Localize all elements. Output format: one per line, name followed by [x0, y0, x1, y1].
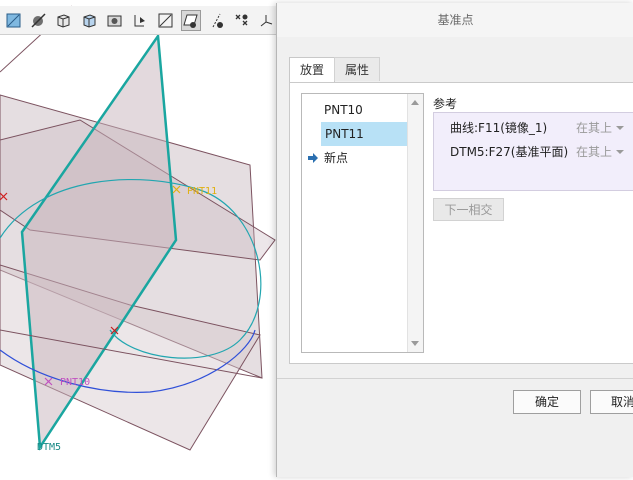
- spin-center-icon[interactable]: [130, 10, 150, 31]
- next-intersection-button[interactable]: 下一相交: [433, 198, 504, 221]
- scroll-down-icon[interactable]: [411, 341, 419, 346]
- graphics-toolbar: [0, 6, 282, 35]
- scroll-up-icon[interactable]: [411, 100, 419, 105]
- chevron-down-icon[interactable]: [616, 126, 624, 130]
- constraint-select[interactable]: 在其上: [576, 141, 612, 163]
- list-item-new-point[interactable]: 新点: [302, 146, 408, 170]
- list-scrollbar[interactable]: [407, 94, 423, 352]
- chevron-down-icon[interactable]: [616, 150, 624, 154]
- plane-display-icon[interactable]: [155, 10, 175, 31]
- reference-name: 曲线:F11(镜像_1): [450, 121, 548, 135]
- references-box[interactable]: 曲线:F11(镜像_1) 在其上 DTM5:F27(基准平面) 在其上: [433, 112, 633, 191]
- arrow-right-icon: [308, 153, 318, 163]
- cancel-button[interactable]: 取消: [590, 390, 633, 414]
- reference-row[interactable]: 曲线:F11(镜像_1) 在其上: [434, 117, 633, 139]
- axis-display-icon[interactable]: [206, 10, 226, 31]
- point-display-icon[interactable]: [231, 10, 251, 31]
- list-item-pnt11[interactable]: PNT11: [321, 122, 408, 146]
- reference-name: DTM5:F27(基准平面): [450, 145, 569, 159]
- datum-axis-icon[interactable]: [28, 10, 48, 31]
- saved-views-icon[interactable]: [104, 10, 124, 31]
- tab-bar: 放置 属性: [289, 57, 381, 83]
- tab-properties[interactable]: 属性: [334, 57, 381, 81]
- datum-point-dialog: 基准点 放置 属性 PNT10 PNT11 新点 参考 曲线:F11(镜像_1)…: [276, 3, 633, 477]
- list-item-pnt10[interactable]: PNT10: [302, 98, 408, 122]
- reference-row[interactable]: DTM5:F27(基准平面) 在其上: [434, 141, 633, 163]
- point-list[interactable]: PNT10 PNT11 新点: [301, 93, 424, 353]
- cube-view-icon[interactable]: [54, 10, 74, 31]
- pnt11-label: PNT11: [187, 186, 217, 197]
- constraint-select[interactable]: 在其上: [576, 117, 612, 139]
- dtm5-label: DTM5: [37, 442, 61, 453]
- csys-display-icon[interactable]: [257, 10, 277, 31]
- cube-display-icon[interactable]: [79, 10, 99, 31]
- tab-placement[interactable]: 放置: [289, 57, 336, 83]
- plane-tag-icon[interactable]: [180, 9, 201, 31]
- datum-plane-icon[interactable]: [3, 10, 23, 31]
- pnt10-label: PNT10: [60, 377, 90, 388]
- references-label: 参考: [433, 97, 458, 111]
- ok-button[interactable]: 确定: [513, 390, 581, 414]
- placement-panel: PNT10 PNT11 新点 参考 曲线:F11(镜像_1) 在其上 DTM5:…: [289, 82, 633, 364]
- new-point-label: 新点: [324, 151, 349, 165]
- footer-divider: [277, 378, 633, 379]
- dialog-title: 基准点: [277, 3, 633, 37]
